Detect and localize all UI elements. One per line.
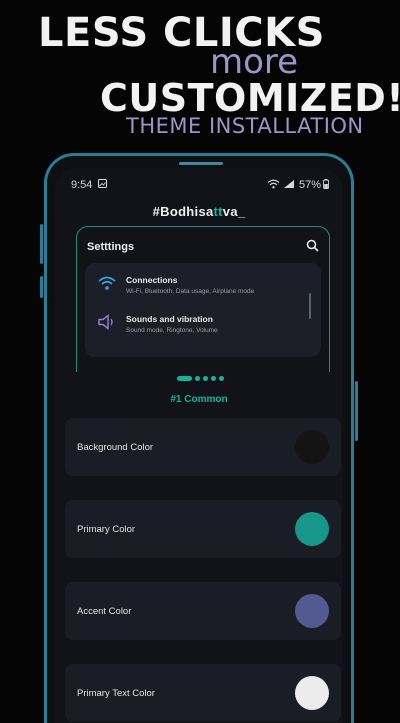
phone-frame: 9:54 57% #Bodhisattva_ Setttings Connect… bbox=[40, 153, 358, 723]
phone-screen: 9:54 57% #Bodhisattva_ Setttings Connect… bbox=[55, 168, 343, 723]
battery-icon bbox=[323, 178, 329, 192]
primary-color-swatch[interactable] bbox=[295, 512, 329, 546]
page-indicator bbox=[177, 376, 227, 381]
background-color-swatch[interactable] bbox=[295, 430, 329, 464]
primary-text-color-swatch[interactable] bbox=[295, 676, 329, 710]
color-row-background[interactable]: Background Color bbox=[65, 418, 341, 476]
preview-item-title: Connections bbox=[126, 275, 178, 285]
page-dot-active[interactable] bbox=[177, 376, 192, 381]
wifi-status-icon bbox=[267, 179, 280, 192]
promo-subtitle: THEME INSTALLATION bbox=[126, 114, 364, 138]
color-row-accent[interactable]: Accent Color bbox=[65, 582, 341, 640]
page-dot[interactable] bbox=[203, 376, 208, 381]
color-row-label: Primary Color bbox=[77, 523, 136, 535]
phone-speaker bbox=[179, 162, 223, 165]
app-title-part2: va_ bbox=[222, 204, 246, 219]
app-title-accent: tt bbox=[213, 204, 223, 219]
color-row-primary-text[interactable]: Primary Text Color bbox=[65, 664, 341, 722]
page-dot[interactable] bbox=[219, 376, 224, 381]
status-bar: 9:54 57% bbox=[71, 176, 329, 194]
preview-item-subtitle: Sound mode, Ringtone, Volume bbox=[126, 327, 218, 334]
battery-percent: 57% bbox=[298, 179, 321, 191]
theme-preview: Setttings Connections Wi-Fi, Bluetooth, … bbox=[76, 226, 330, 372]
phone-left-button-2 bbox=[40, 276, 43, 298]
preview-header: Setttings bbox=[87, 239, 319, 255]
search-icon[interactable] bbox=[306, 239, 319, 255]
page-dot[interactable] bbox=[195, 376, 200, 381]
app-title-part1: #Bodhisa bbox=[152, 204, 214, 219]
gallery-notification-icon bbox=[98, 179, 108, 191]
preview-scrollbar[interactable] bbox=[309, 293, 311, 319]
preview-item-sounds[interactable]: Sounds and vibration Sound mode, Rington… bbox=[97, 314, 309, 344]
speaker-icon bbox=[97, 314, 119, 332]
signal-icon bbox=[283, 179, 295, 192]
app-title: #Bodhisattva_ bbox=[55, 204, 343, 219]
color-row-label: Primary Text Color bbox=[77, 687, 155, 699]
status-time: 9:54 bbox=[71, 179, 93, 191]
page-dot[interactable] bbox=[211, 376, 216, 381]
preview-settings-title: Setttings bbox=[87, 241, 135, 253]
color-row-label: Accent Color bbox=[77, 605, 132, 617]
section-title: #1 Common bbox=[170, 394, 228, 405]
wifi-icon bbox=[97, 275, 119, 293]
color-row-label: Background Color bbox=[77, 441, 154, 453]
color-row-primary[interactable]: Primary Color bbox=[65, 500, 341, 558]
phone-right-button bbox=[355, 381, 358, 441]
accent-color-swatch[interactable] bbox=[295, 594, 329, 628]
preview-settings-card: Connections Wi-Fi, Bluetooth, Data usage… bbox=[85, 263, 321, 357]
phone-left-button bbox=[40, 224, 43, 264]
preview-item-connections[interactable]: Connections Wi-Fi, Bluetooth, Data usage… bbox=[97, 275, 309, 305]
preview-item-title: Sounds and vibration bbox=[126, 314, 213, 324]
preview-item-subtitle: Wi-Fi, Bluetooth, Data usage, Airplane m… bbox=[126, 288, 255, 295]
